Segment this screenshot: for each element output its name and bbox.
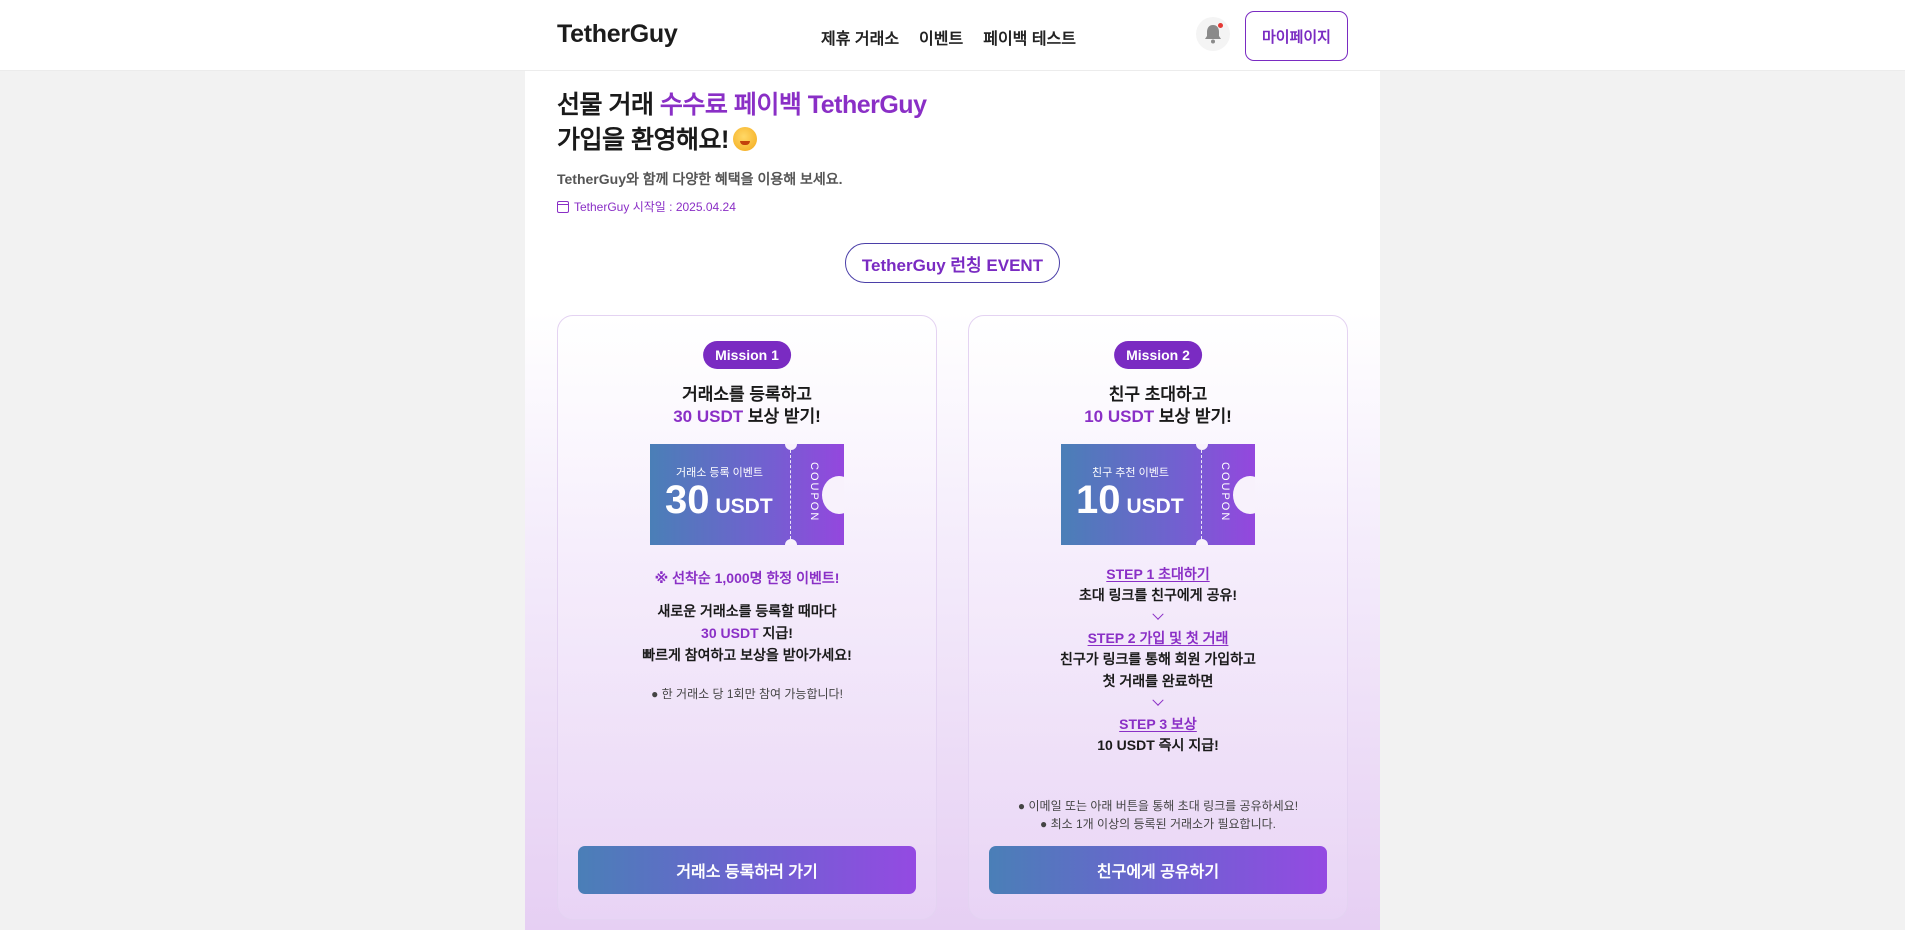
mission-badge: Mission 1 bbox=[703, 341, 791, 369]
mission-note: ● 한 거래소 당 1회만 참여 가능합니다! bbox=[651, 687, 843, 701]
chevron-down-icon bbox=[969, 692, 1347, 714]
desc-accent: 30 USDT bbox=[701, 625, 759, 641]
hero-title-prefix: 선물 거래 bbox=[557, 91, 660, 119]
coupon-amount-number: 10 bbox=[1076, 478, 1121, 522]
mission-card-1: Mission 1 거래소를 등록하고 30 USDT 보상 받기! 거래소 등… bbox=[557, 315, 937, 920]
launch-event-label: TetherGuy 런칭 EVENT bbox=[845, 243, 1060, 283]
mission-title-rest: 보상 받기! bbox=[1154, 407, 1232, 426]
step-2-desc-line2: 첫 거래를 완료하면 bbox=[1102, 673, 1214, 689]
mission-note-1: ● 이메일 또는 아래 버튼을 통해 초대 링크를 공유하세요! bbox=[1017, 799, 1299, 813]
nav-payback-test[interactable]: 페이백 테스트 bbox=[983, 25, 1076, 49]
logo[interactable]: TetherGuy bbox=[557, 20, 678, 49]
hero-title: 선물 거래 수수료 페이백 TetherGuy 가입을 환영해요! bbox=[557, 88, 927, 158]
coupon-side-text: COUPON bbox=[1219, 462, 1231, 523]
coupon-side-text: COUPON bbox=[808, 462, 820, 523]
nav-events[interactable]: 이벤트 bbox=[919, 25, 963, 49]
limited-notice: ※ 선착순 1,000명 한정 이벤트! bbox=[654, 570, 840, 586]
step-2-desc-line1: 친구가 링크를 통해 회원 가입하고 bbox=[1060, 651, 1256, 667]
mypage-button[interactable]: 마이페이지 bbox=[1245, 11, 1348, 61]
step-3-title: STEP 3 보상 bbox=[1119, 716, 1197, 732]
coupon-amount-unit: USDT bbox=[1126, 495, 1184, 518]
step-1-title: STEP 1 초대하기 bbox=[1106, 566, 1210, 582]
hero-subtitle: TetherGuy와 함께 다양한 혜택을 이용해 보세요. bbox=[557, 171, 843, 187]
mission-note-2: ● 최소 1개 이상의 등록된 거래소가 필요합니다. bbox=[1040, 817, 1276, 831]
mission-description: 새로운 거래소를 등록할 때마다 30 USDT 지급! 빠르게 참여하고 보상… bbox=[558, 600, 936, 666]
coupon-amount: 10 USDT bbox=[1076, 478, 1184, 522]
coupon-amount-unit: USDT bbox=[715, 495, 773, 518]
coupon-amount-number: 30 bbox=[665, 478, 710, 522]
step-1-desc: 초대 링크를 친구에게 공유! bbox=[1078, 587, 1237, 603]
hero-title-accent: 수수료 페이백 TetherGuy bbox=[659, 91, 927, 119]
step-2-title: STEP 2 가입 및 첫 거래 bbox=[1087, 630, 1229, 646]
mission-card-2: Mission 2 친구 초대하고 10 USDT 보상 받기! 친구 추천 이… bbox=[968, 315, 1348, 920]
referral-steps: STEP 1 초대하기 초대 링크를 친구에게 공유! STEP 2 가입 및 … bbox=[969, 564, 1347, 756]
start-date-text: TetherGuy 시작일 : 2025.04.24 bbox=[574, 200, 736, 214]
mission-title-line1: 거래소를 등록하고 bbox=[682, 385, 812, 404]
party-emoji-icon bbox=[732, 127, 757, 151]
mission-title-accent: 10 USDT bbox=[1084, 407, 1155, 426]
mission-badge: Mission 2 bbox=[1114, 341, 1202, 369]
start-date: TetherGuy 시작일 : 2025.04.24 bbox=[557, 198, 736, 215]
desc-line3: 빠르게 참여하고 보상을 받아가세요! bbox=[642, 647, 852, 663]
notification-button[interactable] bbox=[1196, 17, 1230, 51]
notification-dot bbox=[1218, 23, 1223, 28]
mission-title: 거래소를 등록하고 30 USDT 보상 받기! bbox=[558, 384, 936, 428]
top-header: TetherGuy 제휴 거래소 이벤트 페이백 테스트 마이페이지 bbox=[0, 0, 1905, 71]
register-exchange-button[interactable]: 거래소 등록하러 가기 bbox=[578, 846, 916, 894]
mission-title-accent: 30 USDT bbox=[673, 407, 744, 426]
desc-rest: 지급! bbox=[758, 625, 793, 641]
mission-title-rest: 보상 받기! bbox=[743, 407, 821, 426]
coupon-graphic: 거래소 등록 이벤트 30 USDT COUPON bbox=[650, 444, 844, 545]
chevron-down-icon bbox=[969, 606, 1347, 628]
coupon-amount: 30 USDT bbox=[665, 478, 773, 522]
calendar-icon bbox=[557, 200, 569, 213]
step-3-desc: 10 USDT 즉시 지급! bbox=[1097, 737, 1219, 753]
mission-title-line1: 친구 초대하고 bbox=[1108, 385, 1208, 404]
mission-title: 친구 초대하고 10 USDT 보상 받기! bbox=[969, 384, 1347, 428]
main-nav: 제휴 거래소 이벤트 페이백 테스트 bbox=[821, 25, 1076, 49]
desc-line1: 새로운 거래소를 등록할 때마다 bbox=[657, 603, 837, 619]
nav-partner-exchanges[interactable]: 제휴 거래소 bbox=[821, 25, 899, 49]
hero-title-line2: 가입을 환영해요! bbox=[557, 126, 729, 154]
coupon-graphic: 친구 추천 이벤트 10 USDT COUPON bbox=[1061, 444, 1255, 545]
share-with-friend-button[interactable]: 친구에게 공유하기 bbox=[989, 846, 1327, 894]
